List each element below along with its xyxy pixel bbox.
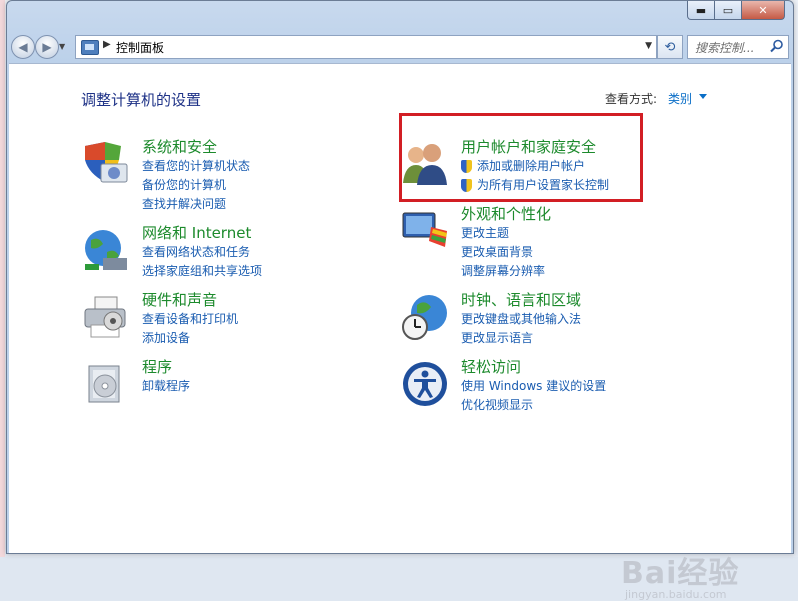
refresh-icon: ⟲ — [664, 39, 676, 55]
recent-pages-dropdown[interactable]: ▼ — [59, 42, 65, 51]
category-title-ease-of-access[interactable]: 轻松访问 — [461, 358, 606, 377]
link-find-fix-problems[interactable]: 查找并解决问题 — [142, 195, 250, 214]
minimize-button[interactable]: ▬ — [687, 1, 715, 20]
accessibility-icon[interactable] — [401, 360, 449, 408]
link-change-keyboard[interactable]: 更改键盘或其他输入法 — [461, 310, 581, 329]
back-button[interactable]: ◀ — [11, 35, 35, 59]
link-change-display-language[interactable]: 更改显示语言 — [461, 329, 581, 348]
category-programs: 程序 卸载程序 — [142, 358, 190, 396]
breadcrumb-separator-icon[interactable]: ▶ — [103, 39, 111, 50]
watermark-url: jingyan.baidu.com — [625, 588, 727, 601]
link-view-devices-printers[interactable]: 查看设备和打印机 — [142, 310, 238, 329]
link-backup-computer[interactable]: 备份您的计算机 — [142, 176, 250, 195]
category-system-security: 系统和安全 查看您的计算机状态 备份您的计算机 查找并解决问题 — [142, 138, 250, 214]
search-placeholder: 搜索控制... — [695, 41, 755, 55]
search-box[interactable]: 搜索控制... — [687, 35, 789, 59]
category-hardware-sound: 硬件和声音 查看设备和打印机 添加设备 — [142, 291, 238, 348]
link-change-desktop-background[interactable]: 更改桌面背景 — [461, 243, 551, 262]
category-title-appearance[interactable]: 外观和个性化 — [461, 205, 551, 224]
category-ease-of-access: 轻松访问 使用 Windows 建议的设置 优化视频显示 — [461, 358, 606, 415]
link-uninstall-program[interactable]: 卸载程序 — [142, 377, 190, 396]
programs-icon[interactable] — [81, 360, 129, 408]
shield-icon[interactable] — [81, 140, 129, 188]
back-arrow-icon: ◀ — [18, 40, 28, 54]
breadcrumb-control-panel[interactable]: 控制面板 — [116, 39, 164, 56]
printer-icon[interactable] — [81, 293, 129, 341]
link-optimize-visual-display[interactable]: 优化视频显示 — [461, 396, 606, 415]
link-view-computer-status[interactable]: 查看您的计算机状态 — [142, 157, 250, 176]
link-adjust-resolution[interactable]: 调整屏幕分辨率 — [461, 262, 551, 281]
address-dropdown-icon[interactable]: ▼ — [645, 41, 652, 51]
content-area: 调整计算机的设置 查看方式: 类别 系统和安全 查看您的计算机状态 备份您的计算… — [9, 63, 791, 601]
view-by-caret-icon[interactable] — [699, 94, 707, 99]
forward-button[interactable]: ▶ — [35, 35, 59, 59]
network-globe-icon[interactable] — [81, 226, 129, 274]
search-icon[interactable] — [770, 39, 784, 53]
forward-arrow-icon: ▶ — [42, 40, 52, 54]
link-change-theme[interactable]: 更改主题 — [461, 224, 551, 243]
category-clock-language: 时钟、语言和区域 更改键盘或其他输入法 更改显示语言 — [461, 291, 581, 348]
clock-globe-icon[interactable] — [401, 293, 449, 341]
category-title-clock-language[interactable]: 时钟、语言和区域 — [461, 291, 581, 310]
monitor-paint-icon[interactable] — [401, 207, 449, 255]
link-homegroup-sharing[interactable]: 选择家庭组和共享选项 — [142, 262, 262, 281]
link-add-device[interactable]: 添加设备 — [142, 329, 238, 348]
address-bar[interactable]: ▶ 控制面板 ▼ — [75, 35, 657, 59]
caption-buttons: ▬ ▭ ✕ — [687, 1, 785, 20]
link-view-network-status[interactable]: 查看网络状态和任务 — [142, 243, 262, 262]
category-network-internet: 网络和 Internet 查看网络状态和任务 选择家庭组和共享选项 — [142, 224, 262, 281]
baidu-watermark: Bai经验 jingyan.baidu.com — [621, 548, 739, 601]
maximize-button[interactable]: ▭ — [715, 1, 742, 20]
category-appearance: 外观和个性化 更改主题 更改桌面背景 调整屏幕分辨率 — [461, 205, 551, 281]
view-by-label: 查看方式: — [605, 92, 658, 106]
close-button[interactable]: ✕ — [742, 1, 785, 20]
navigation-bar: ◀ ▶ ▼ ▶ 控制面板 ▼ ⟲ 搜索控制... — [7, 29, 793, 63]
category-title-system-security[interactable]: 系统和安全 — [142, 138, 250, 157]
link-windows-suggested-settings[interactable]: 使用 Windows 建议的设置 — [461, 377, 606, 396]
page-heading: 调整计算机的设置 — [81, 91, 202, 109]
category-title-network-internet[interactable]: 网络和 Internet — [142, 224, 262, 243]
refresh-button[interactable]: ⟲ — [657, 35, 683, 59]
category-title-programs[interactable]: 程序 — [142, 358, 190, 377]
view-by-dropdown[interactable]: 类别 — [668, 90, 692, 107]
control-panel-window: ▬ ▭ ✕ ◀ ▶ ▼ ▶ 控制面板 ▼ ⟲ 搜索控制... 调整计算机的设置 … — [6, 0, 794, 601]
highlight-box — [399, 113, 643, 202]
category-title-hardware-sound[interactable]: 硬件和声音 — [142, 291, 238, 310]
control-panel-icon — [81, 40, 99, 55]
watermark-brand: Bai经验 — [621, 556, 740, 591]
